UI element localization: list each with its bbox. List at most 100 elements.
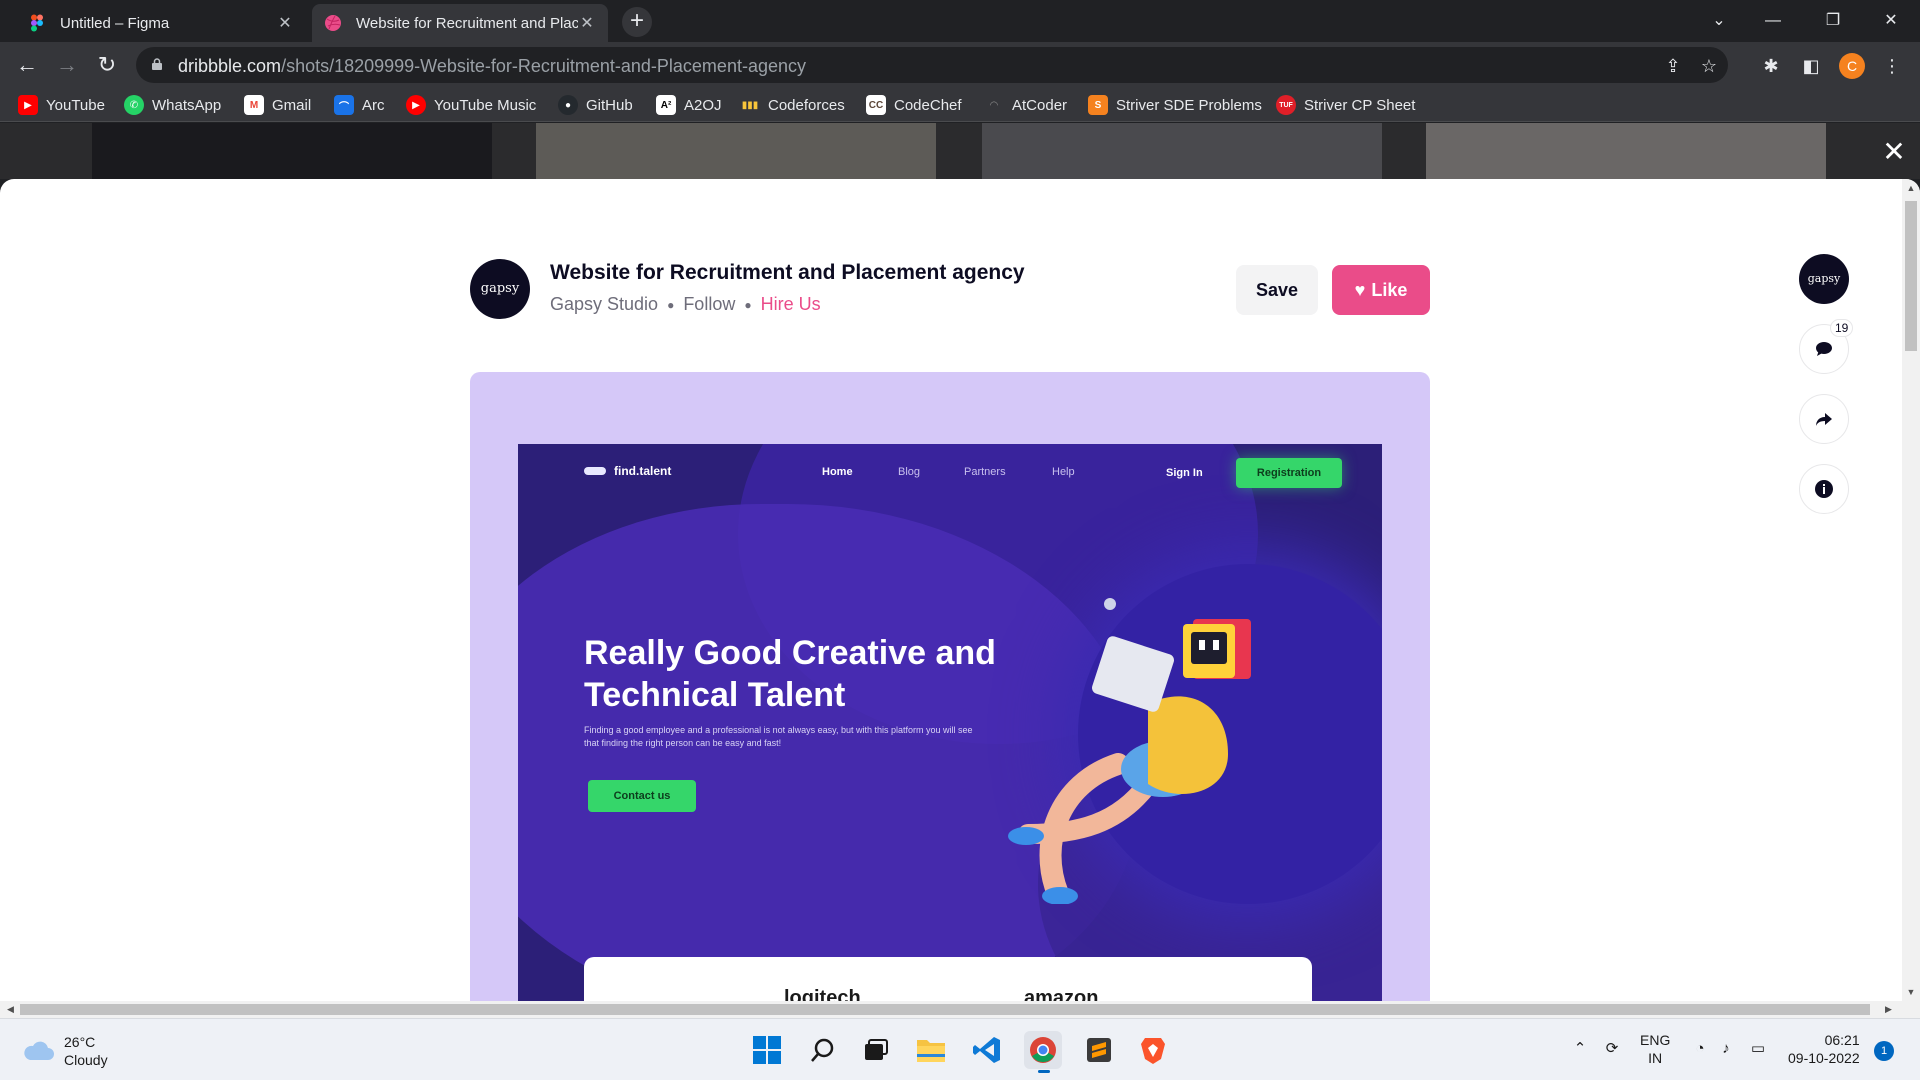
tab-title: Untitled – Figma (60, 14, 170, 32)
share-icon[interactable]: ⇪ (1662, 55, 1684, 77)
bookmark-whatsapp[interactable]: ✆ WhatsApp (124, 93, 221, 117)
bookmark-github[interactable]: ● GitHub (558, 93, 633, 117)
bookmark-a2oj[interactable]: A² A2OJ (656, 93, 722, 117)
sublime-button[interactable] (1080, 1031, 1118, 1069)
background-shot (1426, 123, 1826, 179)
restore-button[interactable]: ❐ (1810, 6, 1856, 36)
mock-signin: Sign In (1166, 467, 1203, 479)
search-button[interactable] (804, 1031, 842, 1069)
figma-icon (31, 14, 43, 32)
side-author-avatar[interactable]: gapsy (1799, 254, 1849, 304)
close-tab-icon[interactable]: ✕ (276, 13, 294, 33)
close-tab-icon[interactable]: ✕ (578, 13, 596, 33)
whatsapp-icon: ✆ (124, 95, 144, 115)
extensions-icon[interactable]: ✱ (1759, 54, 1783, 78)
search-icon (811, 1038, 834, 1062)
bookmark-label: Striver CP Sheet (1304, 96, 1416, 114)
bookmark-gmail[interactable]: M Gmail (244, 93, 311, 117)
tab-title: Website for Recruitment and Placement ag… (356, 14, 578, 32)
clock[interactable]: 06:21 09-10-2022 (1788, 1031, 1860, 1067)
back-icon[interactable]: ← (12, 50, 42, 80)
dribbble-icon (325, 15, 341, 31)
bookmark-codeforces[interactable]: ▮▮▮ Codeforces (740, 93, 845, 117)
notification-badge[interactable]: 1 (1874, 1041, 1894, 1061)
brave-button[interactable] (1134, 1031, 1172, 1069)
file-explorer-button[interactable] (912, 1031, 950, 1069)
bookmark-striver-cp[interactable]: TUF Striver CP Sheet (1276, 93, 1415, 117)
sync-icon[interactable]: ⟳ (1602, 1039, 1622, 1059)
vscode-icon (973, 1037, 1000, 1063)
vscode-button[interactable] (968, 1031, 1006, 1069)
sublime-text-icon (1087, 1038, 1111, 1062)
battery-icon[interactable]: ▭ (1748, 1039, 1768, 1059)
tab-dribbble[interactable]: Website for Recruitment and Placement ag… (312, 4, 608, 42)
date: 09-10-2022 (1788, 1050, 1860, 1066)
shot-image[interactable]: find.talent Home Blog Partners Help Sign… (470, 372, 1430, 1001)
new-tab-button[interactable]: + (622, 7, 652, 37)
bookmark-label: A2OJ (684, 96, 722, 114)
youtube-music-icon: ▶ (406, 95, 426, 115)
language-indicator[interactable]: ENG IN (1640, 1031, 1670, 1067)
vertical-scrollbar[interactable]: ▲ ▼ (1902, 179, 1920, 1001)
url-text[interactable]: dribbble.com/shots/18209999-Website-for-… (178, 56, 806, 77)
save-button[interactable]: Save (1236, 265, 1318, 315)
close-modal-icon[interactable]: ✕ (1880, 138, 1908, 166)
close-window-button[interactable]: ✕ (1868, 6, 1914, 36)
author-avatar[interactable]: gapsy (470, 259, 530, 319)
scroll-right-icon[interactable]: ▶ (1880, 1001, 1897, 1018)
scrollbar-thumb[interactable] (20, 1004, 1870, 1015)
shot-title: Website for Recruitment and Placement ag… (550, 261, 1025, 284)
tuf-icon: TUF (1276, 95, 1296, 115)
bookmark-youtube-music[interactable]: ▶ YouTube Music (406, 93, 536, 117)
bookmark-arc[interactable]: ⌒ Arc (334, 93, 385, 117)
scroll-up-icon[interactable]: ▲ (1902, 179, 1920, 197)
follow-link[interactable]: Follow (683, 294, 735, 315)
task-view-button[interactable] (856, 1031, 894, 1069)
tab-figma[interactable]: Untitled – Figma ✕ (16, 4, 306, 42)
bookmark-label: Arc (362, 96, 385, 114)
bookmark-label: WhatsApp (152, 96, 222, 114)
tab-search-icon[interactable]: ⌄ (1696, 6, 1742, 36)
like-label: Like (1371, 279, 1408, 300)
like-button[interactable]: ♥ Like (1332, 265, 1430, 315)
share-button[interactable] (1799, 394, 1849, 444)
info-button[interactable] (1799, 464, 1849, 514)
chevron-up-icon[interactable]: ⌃ (1570, 1039, 1590, 1059)
hire-us-link[interactable]: Hire Us (761, 294, 821, 315)
profile-avatar[interactable]: C (1839, 53, 1865, 79)
address-bar[interactable]: dribbble.com/shots/18209999-Website-for-… (136, 47, 1728, 83)
weather-widget[interactable]: 26°C Cloudy (22, 1033, 108, 1069)
start-button[interactable] (748, 1031, 786, 1069)
bookmark-striver-sde[interactable]: S Striver SDE Problems (1088, 93, 1262, 117)
bookmark-label: YouTube (46, 96, 105, 114)
task-view-icon (865, 1039, 888, 1060)
author-name[interactable]: Gapsy Studio (550, 294, 658, 315)
forward-icon[interactable]: → (52, 50, 82, 80)
side-panel-icon[interactable]: ◧ (1799, 54, 1823, 78)
bookmark-atcoder[interactable]: ◠ AtCoder (984, 93, 1067, 117)
chrome-button[interactable] (1024, 1031, 1062, 1073)
scroll-down-icon[interactable]: ▼ (1902, 983, 1920, 1001)
codechef-icon: CC (866, 95, 886, 115)
menu-icon[interactable]: ⋮ (1880, 54, 1904, 78)
windows-taskbar: 26°C Cloudy ⌃ ⟳ ENG IN ◔ ♪ ▭ 06:21 09-10… (0, 1018, 1920, 1080)
bookmark-star-icon[interactable]: ☆ (1698, 55, 1720, 77)
wifi-icon[interactable]: ◔ (1690, 1039, 1710, 1059)
codeforces-icon: ▮▮▮ (741, 99, 759, 111)
volume-icon[interactable]: ♪ (1716, 1039, 1736, 1059)
bookmark-codechef[interactable]: CC CodeChef (866, 93, 962, 117)
language-code: ENG (1640, 1032, 1671, 1048)
region-code: IN (1648, 1050, 1663, 1066)
url-path: /shots/18209999-Website-for-Recruitment-… (281, 56, 806, 76)
minimize-button[interactable]: — (1750, 6, 1796, 36)
mock-brand-strip: logitech amazon (584, 957, 1312, 1001)
separator-dot: ● (667, 297, 675, 312)
scroll-left-icon[interactable]: ◀ (2, 1001, 19, 1018)
horizontal-scrollbar[interactable]: ◀ ▶ (0, 1001, 1920, 1018)
reload-icon[interactable]: ↻ (92, 50, 122, 80)
temperature: 26°C (64, 1034, 96, 1050)
scrollbar-thumb[interactable] (1905, 201, 1917, 351)
bookmark-youtube[interactable]: ▶ YouTube (18, 93, 105, 117)
background-shot (92, 123, 492, 179)
chrome-icon (1030, 1037, 1056, 1063)
